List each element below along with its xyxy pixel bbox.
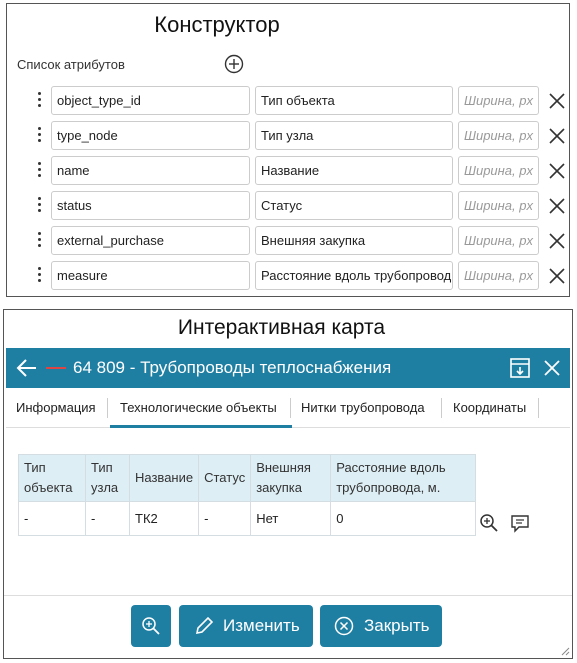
column-header: Тип узла <box>85 453 130 503</box>
close-button[interactable]: Закрыть <box>320 605 442 647</box>
attribute-key-field[interactable]: name <box>51 156 250 185</box>
delete-attribute-icon[interactable] <box>548 267 566 285</box>
delete-attribute-icon[interactable] <box>548 162 566 180</box>
attribute-name-field[interactable]: Тип объекта <box>255 86 453 115</box>
attribute-row: external_purchase Внешняя закупка Ширина… <box>7 226 569 261</box>
comment-icon[interactable] <box>510 513 530 533</box>
attribute-width-field[interactable]: Ширина, px <box>458 226 539 255</box>
active-tab-indicator <box>110 425 292 428</box>
table-cell: - <box>198 501 252 537</box>
drag-handle-icon[interactable] <box>37 267 43 285</box>
attribute-width-field[interactable]: Ширина, px <box>458 156 539 185</box>
attribute-row: name Название Ширина, px <box>7 156 569 191</box>
attributes-list-label: Список атрибутов <box>17 57 125 72</box>
interactive-map-panel: Интерактивная карта 64 809 - Трубопровод… <box>3 309 573 659</box>
close-circle-icon <box>334 616 354 636</box>
attribute-width-field[interactable]: Ширина, px <box>458 191 539 220</box>
table-cell: ТК2 <box>128 501 200 537</box>
pencil-icon <box>195 616 214 635</box>
delete-attribute-icon[interactable] <box>548 127 566 145</box>
resize-handle-icon[interactable] <box>560 646 570 656</box>
close-icon[interactable] <box>541 357 563 379</box>
close-button-label: Закрыть <box>364 616 430 635</box>
back-arrow-icon[interactable] <box>16 358 38 378</box>
zoom-button[interactable] <box>131 605 171 647</box>
attribute-key-field[interactable]: type_node <box>51 121 250 150</box>
drag-handle-icon[interactable] <box>37 197 43 215</box>
tab-coordinates[interactable]: Координаты <box>453 400 526 415</box>
tab-technological-objects[interactable]: Технологические объекты <box>120 400 277 415</box>
column-header: Расстояние вдоль трубопровода, м. <box>330 453 477 503</box>
table-cell: 0 <box>330 501 477 537</box>
delete-attribute-icon[interactable] <box>548 92 566 110</box>
table-header-row: Тип объекта Тип узла Название Статус Вне… <box>18 453 477 503</box>
column-header: Внешняя закупка <box>250 453 332 503</box>
column-header: Статус <box>198 453 252 503</box>
constructor-title: Конструктор <box>154 12 280 37</box>
drag-handle-icon[interactable] <box>37 162 43 180</box>
table-cell: - <box>18 501 86 537</box>
zoom-to-object-icon[interactable] <box>479 513 499 533</box>
edit-button-label: Изменить <box>223 616 300 635</box>
table-cell: - <box>85 501 130 537</box>
delete-attribute-icon[interactable] <box>548 232 566 250</box>
attribute-row: object_type_id Тип объекта Ширина, px <box>7 86 569 121</box>
tab-separator <box>441 398 442 418</box>
tab-bar: Информация Технологические объекты Нитки… <box>6 388 570 428</box>
attribute-width-field[interactable]: Ширина, px <box>458 86 539 115</box>
attribute-rows: object_type_id Тип объекта Ширина, px ty… <box>7 86 569 296</box>
add-attribute-icon[interactable] <box>224 54 244 74</box>
attribute-width-field[interactable]: Ширина, px <box>458 121 539 150</box>
map-title: Интерактивная карта <box>177 316 386 339</box>
tab-separator <box>107 398 108 418</box>
column-header: Название <box>128 453 200 503</box>
drag-handle-icon[interactable] <box>37 92 43 110</box>
tab-pipeline-strands[interactable]: Нитки трубопровода <box>301 400 425 415</box>
edit-button[interactable]: Изменить <box>179 605 313 647</box>
table-row[interactable]: - - ТК2 - Нет 0 <box>18 501 477 537</box>
drag-handle-icon[interactable] <box>37 127 43 145</box>
objects-table: Тип объекта Тип узла Название Статус Вне… <box>18 453 477 537</box>
attribute-name-field[interactable]: Расстояние вдоль трубопровод <box>255 261 453 290</box>
attribute-name-field[interactable]: Название <box>255 156 453 185</box>
object-card-title: 64 809 - Трубопроводы теплоснабжения <box>73 358 392 377</box>
attribute-row: status Статус Ширина, px <box>7 191 569 226</box>
delete-attribute-icon[interactable] <box>548 197 566 215</box>
tab-separator <box>290 398 291 418</box>
attribute-key-field[interactable]: external_purchase <box>51 226 250 255</box>
attribute-name-field[interactable]: Внешняя закупка <box>255 226 453 255</box>
attribute-key-field[interactable]: object_type_id <box>51 86 250 115</box>
zoom-in-icon <box>142 617 160 635</box>
pipeline-line-icon <box>46 367 66 369</box>
constructor-panel: Конструктор Список атрибутов object_type… <box>6 3 570 297</box>
table-cell: Нет <box>250 501 332 537</box>
attribute-name-field[interactable]: Статус <box>255 191 453 220</box>
attribute-width-field[interactable]: Ширина, px <box>458 261 539 290</box>
tab-info[interactable]: Информация <box>16 400 96 415</box>
attribute-name-field[interactable]: Тип узла <box>255 121 453 150</box>
drag-handle-icon[interactable] <box>37 232 43 250</box>
tab-separator <box>538 398 539 418</box>
attribute-key-field[interactable]: measure <box>51 261 250 290</box>
attribute-key-field[interactable]: status <box>51 191 250 220</box>
footer-divider <box>4 595 572 596</box>
attribute-row: type_node Тип узла Ширина, px <box>7 121 569 156</box>
export-icon[interactable] <box>509 357 531 379</box>
column-header: Тип объекта <box>18 453 86 503</box>
object-card-header: 64 809 - Трубопроводы теплоснабжения <box>6 348 570 388</box>
attribute-row: measure Расстояние вдоль трубопровод Шир… <box>7 261 569 296</box>
